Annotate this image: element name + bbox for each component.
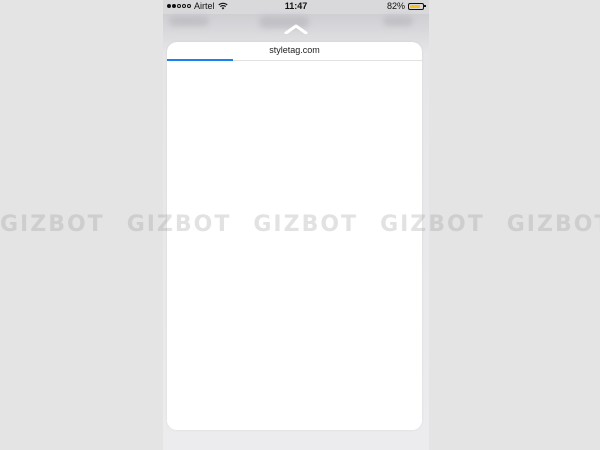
chevron-up-icon[interactable] bbox=[284, 24, 308, 34]
watermark-text: GIZBOT bbox=[506, 212, 600, 237]
url-label[interactable]: styletag.com bbox=[167, 45, 422, 55]
battery-percent: 82% bbox=[386, 1, 405, 11]
status-bar: Airtel 11:47 82% bbox=[163, 0, 429, 14]
web-content-area[interactable] bbox=[167, 61, 422, 430]
watermark-text: GIZBOT bbox=[0, 212, 105, 237]
status-right: 82% bbox=[386, 1, 426, 11]
screenshot-stage: Airtel 11:47 82% styletag.com GIZBOT GIZ… bbox=[0, 0, 600, 450]
safari-view-sheet: styletag.com bbox=[167, 42, 422, 430]
battery-icon bbox=[408, 2, 426, 10]
phone-screen: Airtel 11:47 82% styletag.com bbox=[163, 0, 429, 450]
sheet-header: styletag.com bbox=[167, 42, 422, 61]
battery-fill bbox=[410, 4, 420, 8]
battery-nub bbox=[424, 5, 426, 7]
